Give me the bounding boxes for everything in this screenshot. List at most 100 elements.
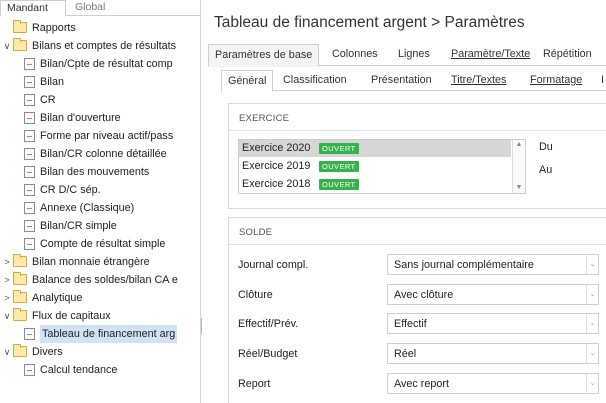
tab-more[interactable]: I — [601, 74, 604, 91]
tree-report-item[interactable]: Compte de résultat simple — [22, 235, 200, 253]
tree-item-label: Bilan/Cpte de résultat comp — [40, 58, 173, 70]
report-icon — [24, 166, 35, 178]
exercice-list[interactable]: Exercice 2020 OUVERT Exercice 2019 OUVER… — [238, 139, 526, 194]
expand-icon[interactable]: ∨ — [2, 343, 12, 361]
report-icon — [24, 76, 35, 88]
nav-tab-bar: Mandant Global — [0, 0, 200, 17]
tree-folder[interactable]: > Bilan monnaie étrangère — [2, 253, 200, 271]
tree-report-item[interactable]: Bilan des mouvements — [22, 163, 200, 181]
collapse-icon[interactable]: > — [2, 253, 12, 271]
report-icon — [24, 328, 35, 340]
reel-budget-select[interactable]: Réel ⌄ — [387, 343, 599, 364]
tree-report-item[interactable]: Forme par niveau actif/pass — [22, 127, 200, 145]
tab-formatage[interactable]: Formatage — [530, 74, 582, 91]
report-icon — [24, 202, 35, 214]
tree-report-item[interactable]: Bilan — [22, 73, 200, 91]
tree-folder[interactable]: Rapports — [2, 19, 200, 37]
folder-icon — [13, 38, 27, 51]
folder-icon — [13, 308, 27, 321]
field-label: Clôture — [238, 289, 273, 301]
exercice-name: Exercice 2018 — [242, 178, 311, 190]
effectif-prev-select[interactable]: Effectif ⌄ — [387, 313, 599, 334]
tab-general[interactable]: Général — [221, 70, 274, 92]
cloture-select[interactable]: Avec clôture ⌄ — [387, 284, 599, 305]
navigation-pane: Mandant Global Rapports ∨ Bilans et compte… — [0, 0, 201, 403]
folder-icon — [13, 20, 27, 33]
exercice-row[interactable]: Exercice 2018 OUVERT — [239, 176, 511, 193]
tree-item-label: Annexe (Classique) — [40, 202, 135, 214]
field-label: Report — [238, 378, 271, 390]
tab-presentation[interactable]: Présentation — [371, 74, 432, 91]
tree-report-item[interactable]: Bilan/CR simple — [22, 217, 200, 235]
tree-folder[interactable]: ∨ Flux de capitaux — [2, 307, 200, 325]
tree-item-label: Calcul tendance — [40, 364, 118, 376]
exercice-row[interactable]: Exercice 2020 OUVERT — [239, 140, 511, 157]
tree-item-label: Bilan/CR colonne détaillée — [40, 148, 167, 160]
field-reel-budget: Réel/Budget Réel ⌄ — [238, 343, 606, 365]
folder-icon — [13, 254, 27, 267]
chevron-down-icon[interactable]: ⌄ — [586, 314, 598, 333]
report-icon — [24, 112, 35, 124]
tree-report-item[interactable]: Annexe (Classique) — [22, 199, 200, 217]
tab-classification[interactable]: Classification — [283, 74, 347, 91]
tree-folder[interactable]: ∨ Divers — [2, 343, 200, 361]
collapse-icon[interactable]: > — [2, 289, 12, 307]
tab-global[interactable]: Global — [69, 0, 111, 16]
tree-report-item[interactable]: CR — [22, 91, 200, 109]
chevron-down-icon[interactable]: ⌄ — [586, 374, 598, 393]
journal-compl-select[interactable]: Sans journal complémentaire ⌄ — [387, 254, 599, 275]
status-badge: OUVERT — [319, 161, 359, 172]
report-select[interactable]: Avec report ⌄ — [387, 373, 599, 394]
exercice-list-scrollbar[interactable]: ▲ ▼ — [512, 140, 525, 193]
tree-item-label: Balance des soldes/bilan CA e — [32, 274, 178, 286]
select-value: Réel — [394, 348, 417, 360]
select-value: Sans journal complémentaire — [394, 259, 534, 271]
tab-colonnes[interactable]: Colonnes — [332, 48, 378, 66]
tree-item-label: Flux de capitaux — [32, 310, 111, 322]
select-value: Avec clôture — [394, 289, 454, 301]
folder-icon — [13, 344, 27, 357]
scroll-up-icon[interactable]: ▲ — [513, 140, 525, 150]
exercice-row[interactable]: Exercice 2019 OUVERT — [239, 158, 511, 175]
folder-icon — [13, 272, 27, 285]
field-journal-compl: Journal compl. Sans journal complémentai… — [238, 254, 606, 276]
du-label: Du — [539, 141, 553, 153]
field-label: Réel/Budget — [238, 348, 298, 360]
tree-item-label: Tableau de financement arg — [40, 325, 178, 343]
tab-mandant[interactable]: Mandant — [0, 0, 66, 17]
main-tab-bar: Paramètres de base Colonnes Lignes Param… — [208, 44, 606, 67]
tree-report-item[interactable]: Tableau de financement arg — [22, 325, 200, 343]
tab-parametre-texte[interactable]: Paramètre/Texte — [451, 48, 530, 66]
report-icon — [24, 184, 35, 196]
tree-folder[interactable]: > Balance des soldes/bilan CA e — [2, 271, 200, 289]
tree-report-item[interactable]: Calcul tendance — [22, 361, 200, 379]
expand-icon[interactable]: ∨ — [2, 307, 12, 325]
chevron-down-icon[interactable]: ⌄ — [586, 255, 598, 274]
tree-item-label: Bilan d'ouverture — [40, 112, 121, 124]
expand-icon[interactable]: ∨ — [2, 37, 12, 55]
tab-titre-textes[interactable]: Titre/Textes — [451, 74, 506, 91]
tree-folder[interactable]: > Analytique — [2, 289, 200, 307]
tree-item-label: CR D/C sép. — [40, 184, 101, 196]
tree-report-item[interactable]: Bilan/CR colonne détaillée — [22, 145, 200, 163]
section-divider — [229, 244, 606, 245]
tab-parametres-de-base[interactable]: Paramètres de base — [208, 44, 320, 67]
tab-lignes[interactable]: Lignes — [398, 48, 430, 66]
scroll-down-icon[interactable]: ▼ — [513, 183, 525, 193]
exercice-name: Exercice 2019 — [242, 160, 311, 172]
tree-report-item[interactable]: Bilan d'ouverture — [22, 109, 200, 127]
chevron-down-icon[interactable]: ⌄ — [586, 285, 598, 304]
tree-folder[interactable]: ∨ Bilans et comptes de résultats — [2, 37, 200, 55]
report-icon — [24, 220, 35, 232]
chevron-down-icon[interactable]: ⌄ — [586, 344, 598, 363]
tree-item-label: Bilan monnaie étrangère — [32, 256, 150, 268]
tree-report-item[interactable]: Bilan/Cpte de résultat comp — [22, 55, 200, 73]
tree-report-item[interactable]: CR D/C sép. — [22, 181, 200, 199]
tab-repetition[interactable]: Répétition — [543, 48, 592, 66]
tree-item-label: Divers — [32, 346, 63, 358]
status-badge: OUVERT — [319, 179, 359, 190]
pane-splitter[interactable] — [201, 318, 204, 334]
collapse-icon[interactable]: > — [2, 271, 12, 289]
folder-icon — [13, 290, 27, 303]
page-title: Tableau de financement argent > Paramètr… — [214, 14, 525, 31]
